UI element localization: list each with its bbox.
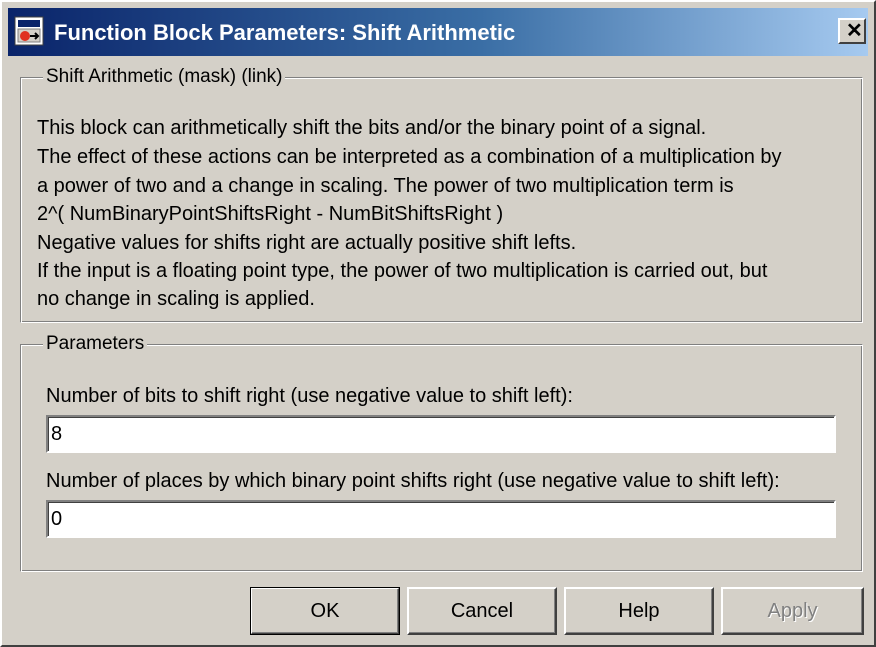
cancel-button[interactable]: Cancel <box>407 587 557 635</box>
description-line: If the input is a floating point type, t… <box>37 260 768 282</box>
close-button[interactable]: ✕ <box>838 18 866 44</box>
binary-point-shift-input[interactable] <box>46 500 836 538</box>
parameters-group: Parameters Number of bits to shift right… <box>20 333 863 572</box>
dialog-window: Function Block Parameters: Shift Arithme… <box>0 0 876 647</box>
bits-shift-label: Number of bits to shift right (use negat… <box>46 385 573 407</box>
description-line: no change in scaling is applied. <box>37 288 315 310</box>
binary-point-shift-label: Number of places by which binary point s… <box>46 470 780 492</box>
simulink-block-icon <box>14 16 44 46</box>
bits-shift-input[interactable] <box>46 415 836 453</box>
help-button[interactable]: Help <box>564 587 714 635</box>
window-title: Function Block Parameters: Shift Arithme… <box>54 20 516 45</box>
ok-button[interactable]: OK <box>250 587 400 635</box>
title-bar[interactable]: Function Block Parameters: Shift Arithme… <box>8 8 868 56</box>
description-line: Negative values for shifts right are act… <box>37 232 577 254</box>
description-legend: Shift Arithmetic (mask) (link) <box>43 66 286 88</box>
description-line: a power of two and a change in scaling. … <box>37 175 734 197</box>
description-group: Shift Arithmetic (mask) (link) This bloc… <box>20 66 863 323</box>
close-icon: ✕ <box>846 20 863 42</box>
parameters-legend: Parameters <box>43 333 148 355</box>
description-line: 2^( NumBinaryPointShiftsRight - NumBitSh… <box>37 203 504 225</box>
description-line: This block can arithmetically shift the … <box>37 117 707 139</box>
description-line: The effect of these actions can be inter… <box>37 146 782 168</box>
apply-button[interactable]: Apply <box>721 587 864 635</box>
